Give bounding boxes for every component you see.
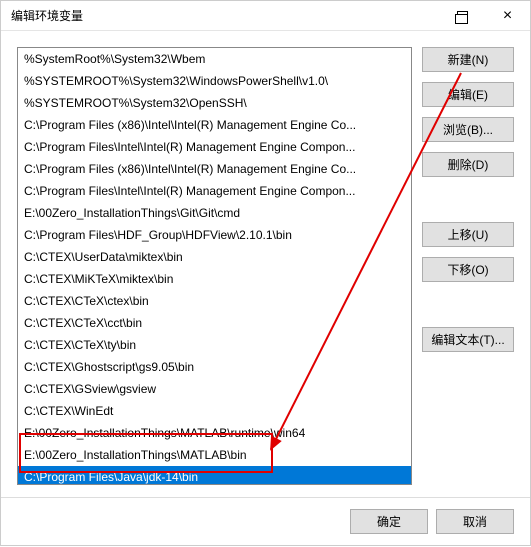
list-item[interactable]: %SYSTEMROOT%\System32\OpenSSH\: [18, 92, 411, 114]
list-item[interactable]: C:\CTEX\WinEdt: [18, 400, 411, 422]
maximize-icon: [457, 11, 468, 20]
list-item[interactable]: C:\Program Files\HDF_Group\HDFView\2.10.…: [18, 224, 411, 246]
maximize-button[interactable]: [440, 1, 485, 31]
list-item[interactable]: %SystemRoot%\System32\Wbem: [18, 48, 411, 70]
list-item[interactable]: C:\CTEX\CTeX\cct\bin: [18, 312, 411, 334]
content-area: %SystemRoot%\System32\Wbem%SYSTEMROOT%\S…: [1, 31, 530, 491]
list-item[interactable]: E:\00Zero_InstallationThings\Git\Git\cmd: [18, 202, 411, 224]
list-item[interactable]: C:\Program Files (x86)\Intel\Intel(R) Ma…: [18, 114, 411, 136]
list-item[interactable]: C:\Program Files (x86)\Intel\Intel(R) Ma…: [18, 158, 411, 180]
move-up-button[interactable]: 上移(U): [422, 222, 514, 247]
side-button-panel: 新建(N) 编辑(E) 浏览(B)... 删除(D) 上移(U) 下移(O) 编…: [422, 47, 514, 491]
new-button[interactable]: 新建(N): [422, 47, 514, 72]
cancel-button[interactable]: 取消: [436, 509, 514, 534]
list-item[interactable]: E:\00Zero_InstallationThings\MATLAB\runt…: [18, 422, 411, 444]
list-item[interactable]: %SYSTEMROOT%\System32\WindowsPowerShell\…: [18, 70, 411, 92]
window-title: 编辑环境变量: [11, 7, 440, 24]
edit-button[interactable]: 编辑(E): [422, 82, 514, 107]
browse-button[interactable]: 浏览(B)...: [422, 117, 514, 142]
close-icon: ×: [503, 8, 512, 24]
ok-button[interactable]: 确定: [350, 509, 428, 534]
list-item[interactable]: C:\CTEX\UserData\miktex\bin: [18, 246, 411, 268]
list-item[interactable]: C:\Program Files\Intel\Intel(R) Manageme…: [18, 180, 411, 202]
list-item[interactable]: C:\Program Files\Intel\Intel(R) Manageme…: [18, 136, 411, 158]
list-item[interactable]: C:\CTEX\CTeX\ctex\bin: [18, 290, 411, 312]
close-button[interactable]: ×: [485, 1, 530, 31]
edit-text-button[interactable]: 编辑文本(T)...: [422, 327, 514, 352]
list-item[interactable]: C:\CTEX\MiKTeX\miktex\bin: [18, 268, 411, 290]
list-item[interactable]: C:\CTEX\Ghostscript\gs9.05\bin: [18, 356, 411, 378]
list-item[interactable]: C:\Program Files\Java\jdk-14\bin: [18, 466, 411, 485]
footer: 确定 取消: [1, 497, 530, 545]
path-listbox[interactable]: %SystemRoot%\System32\Wbem%SYSTEMROOT%\S…: [17, 47, 412, 485]
titlebar: 编辑环境变量 ×: [1, 1, 530, 31]
move-down-button[interactable]: 下移(O): [422, 257, 514, 282]
delete-button[interactable]: 删除(D): [422, 152, 514, 177]
list-item[interactable]: E:\00Zero_InstallationThings\MATLAB\bin: [18, 444, 411, 466]
list-item[interactable]: C:\CTEX\CTeX\ty\bin: [18, 334, 411, 356]
list-item[interactable]: C:\CTEX\GSview\gsview: [18, 378, 411, 400]
